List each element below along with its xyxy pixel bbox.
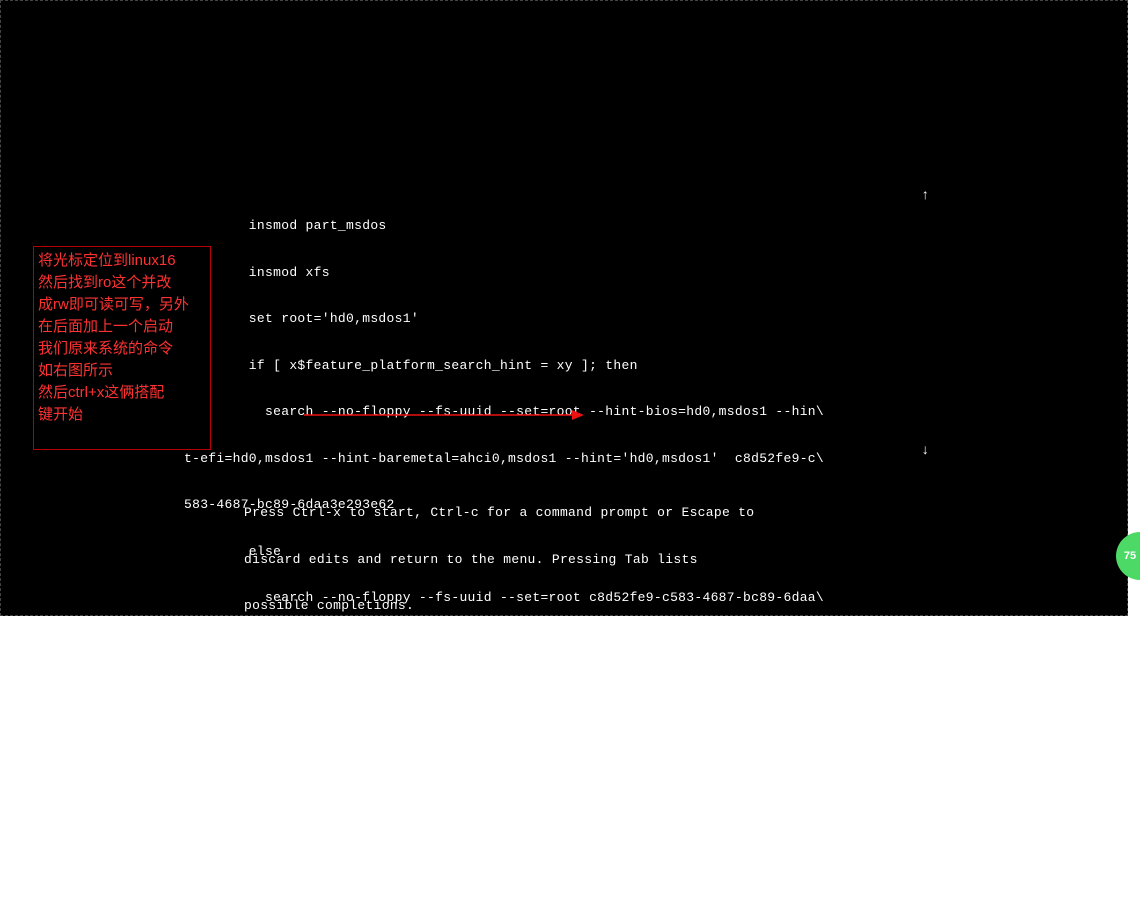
badge-value: 75 bbox=[1124, 550, 1136, 562]
code-line: set root='hd0,msdos1' bbox=[184, 311, 824, 327]
annotation-text: 将光标定位到linux16 然后找到ro这个并改 成rw即可读可写，另外 在后面… bbox=[38, 250, 189, 426]
code-line: search --no-floppy --fs-uuid --set=root … bbox=[184, 404, 824, 420]
code-line: if [ x$feature_platform_search_hint = xy… bbox=[184, 358, 824, 374]
scroll-down-indicator: ↓ bbox=[921, 443, 929, 459]
help-line: possible completions. bbox=[244, 598, 754, 614]
scroll-up-indicator: ↑ bbox=[921, 188, 929, 204]
code-line: fi bbox=[184, 683, 824, 699]
code-line: 1f-db63346fe5d5 rw init=/sysroot/bin/bas… bbox=[184, 776, 824, 792]
grub-help-text: Press Ctrl-x to start, Ctrl-c for a comm… bbox=[244, 474, 754, 645]
code-line: linux16 /vmlinuz-3.10.0-693.el7.x86_64 r… bbox=[184, 730, 824, 746]
code-line: insmod xfs bbox=[184, 265, 824, 281]
code-line: CN.UTF-8 bbox=[184, 823, 824, 839]
code-line: t-efi=hd0,msdos1 --hint-baremetal=ahci0,… bbox=[184, 451, 824, 467]
code-line: insmod part_msdos bbox=[184, 218, 824, 234]
code-line: initrd16 /initramfs-3.10.0-693.el7.x86_6… bbox=[184, 869, 824, 885]
help-line: Press Ctrl-x to start, Ctrl-c for a comm… bbox=[244, 505, 754, 521]
help-line: discard edits and return to the menu. Pr… bbox=[244, 552, 754, 568]
